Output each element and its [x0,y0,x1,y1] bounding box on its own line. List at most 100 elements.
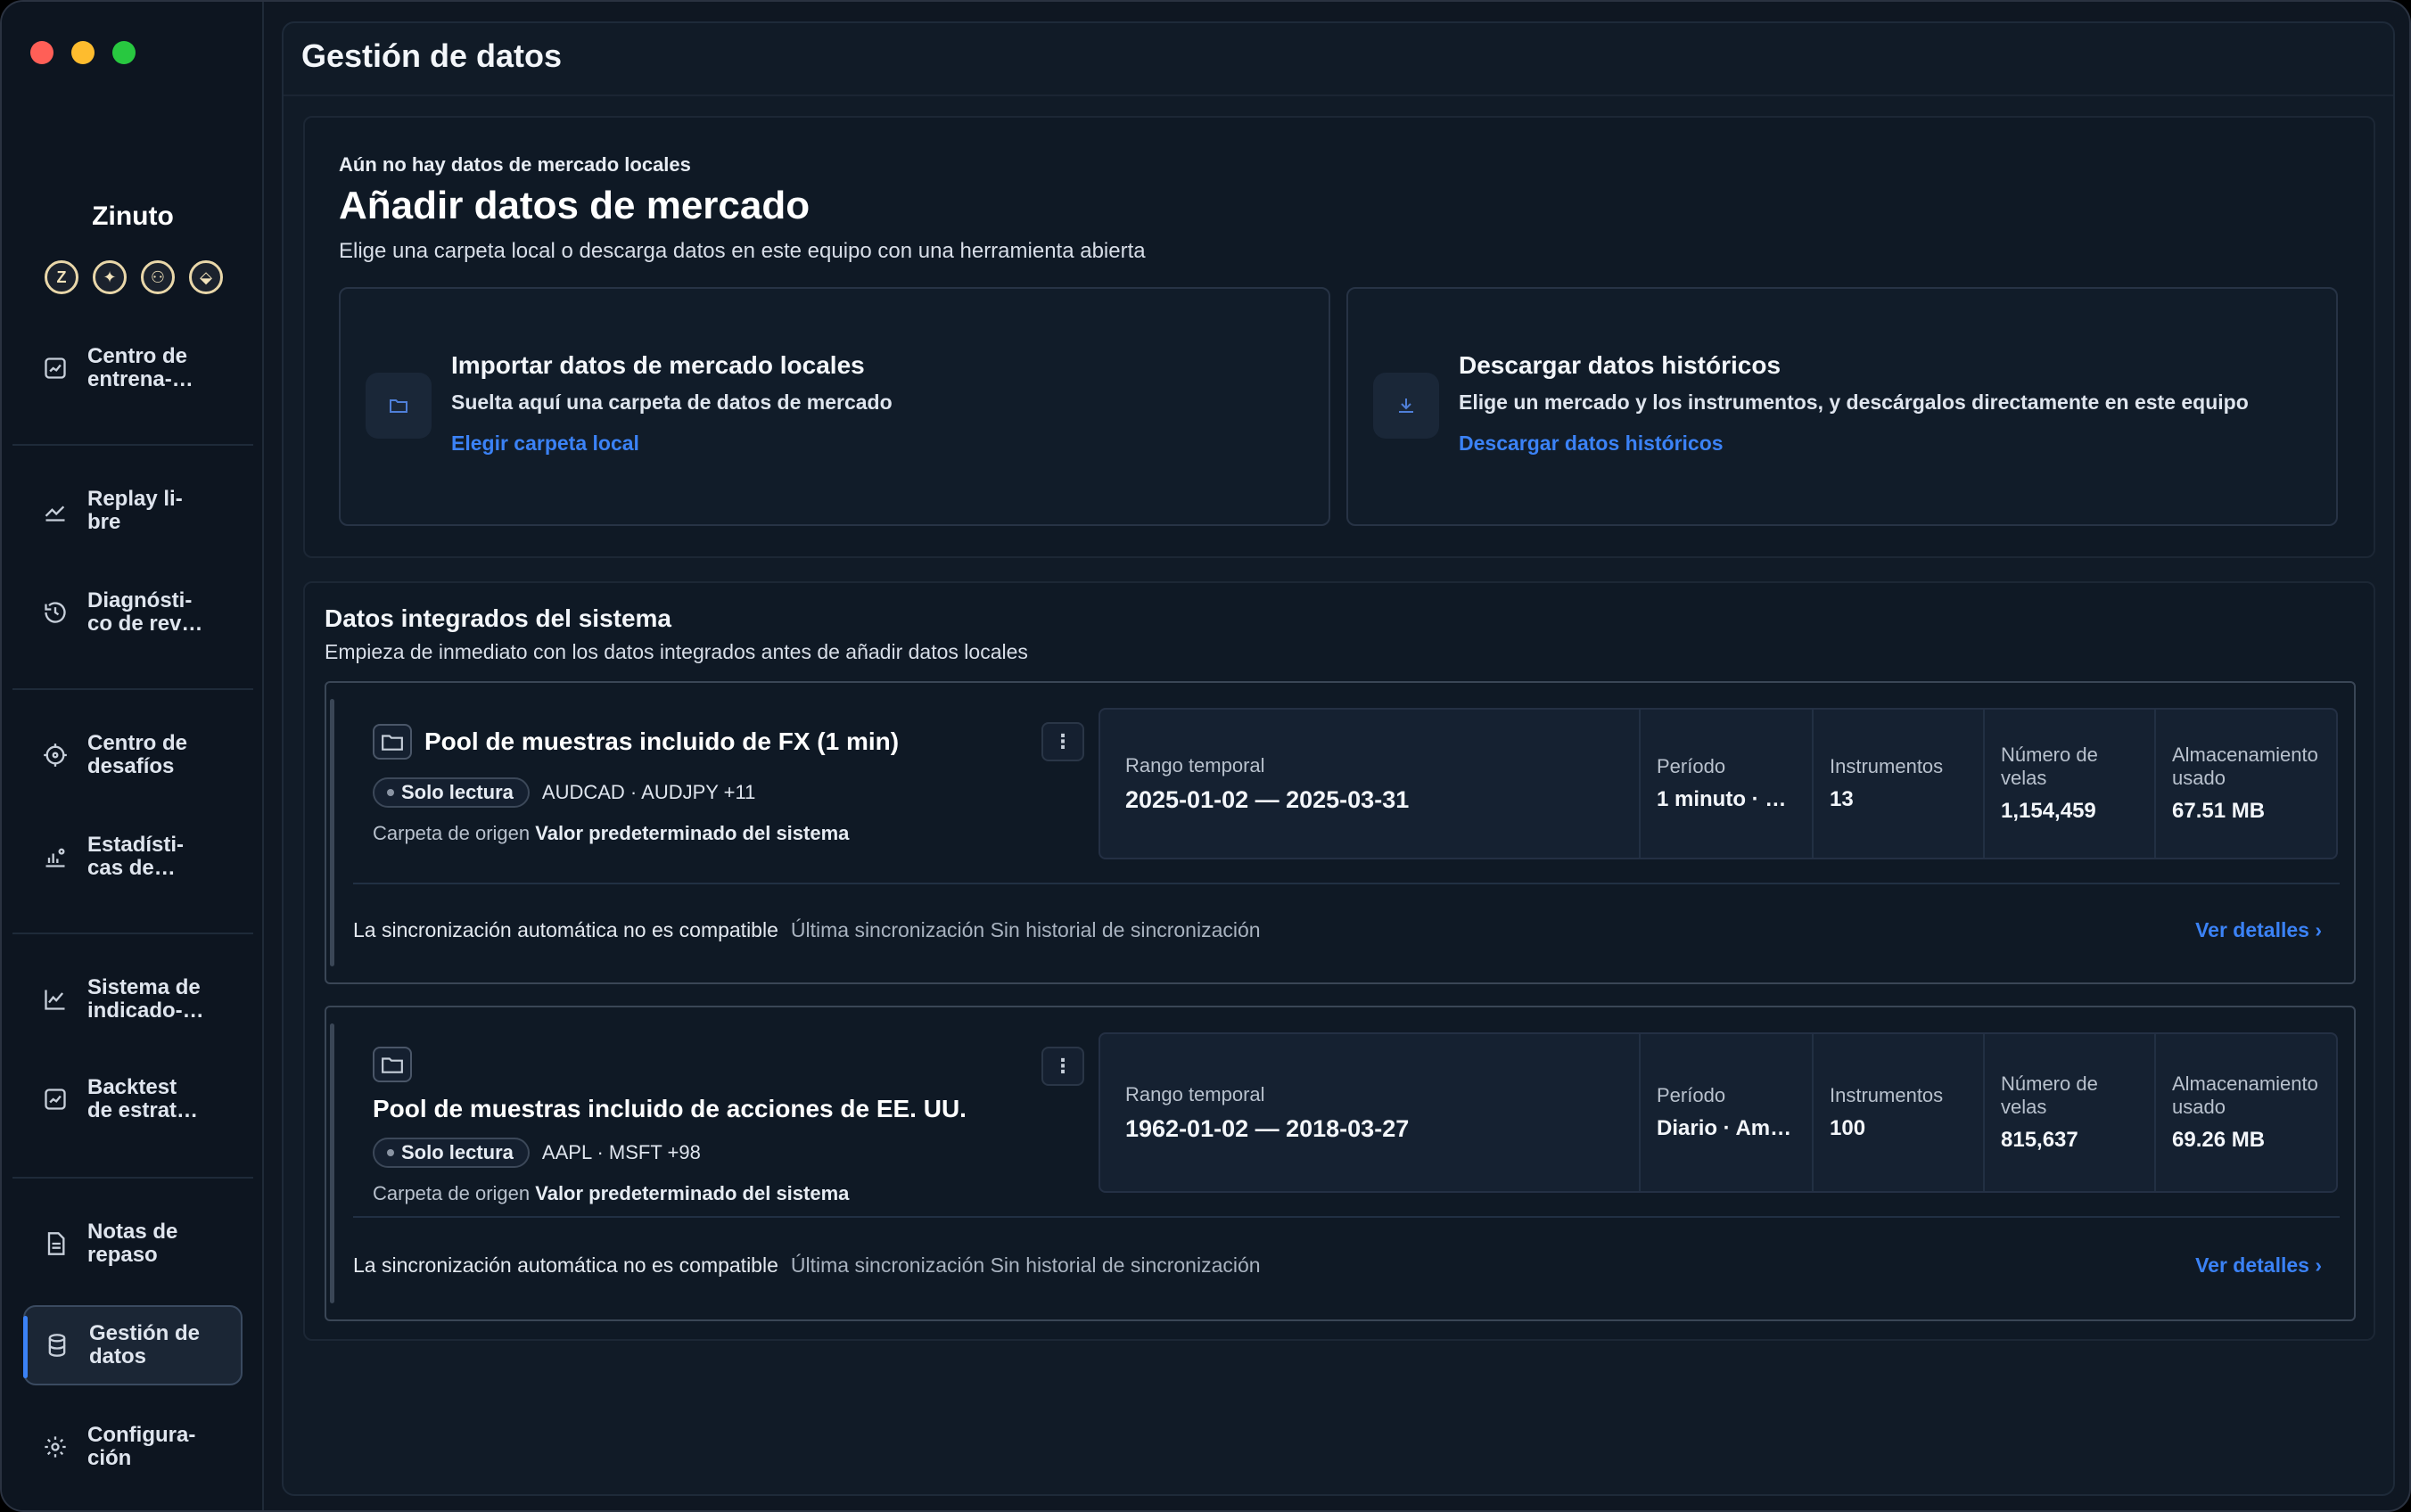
minimize-window-button[interactable] [71,41,95,64]
sidebar-item-review-notes[interactable]: Notas de repaso [23,1204,243,1284]
stat-value: 67.51 MB [2172,799,2266,823]
sidebar-item-free-replay[interactable]: Replay li- bre [23,471,243,551]
sidebar-item-label: Replay li- bre [87,487,183,534]
add-market-data-subtitle: Elige una carpeta local o descarga datos… [339,239,1146,263]
import-local-card[interactable]: Importar datos de mercado locales Suelta… [339,287,1330,526]
sidebar-item-review-diagnosis[interactable]: Diagnósti- co de rev… [23,572,243,653]
sidebar-item-strategy-backtest[interactable]: Backtest de estrat… [23,1059,243,1139]
chart-box-icon [23,1087,87,1112]
sidebar-item-label: Gestión de datos [89,1321,201,1368]
stat-label: Rango temporal [1125,753,1265,777]
stat-value: 1 minuto · … [1657,787,1787,811]
data-pool-card-us-stocks[interactable]: Pool de muestras incluido de acciones de… [325,1006,2356,1321]
maximize-window-button[interactable] [112,41,136,64]
stat-label: Período [1657,1084,1726,1106]
sidebar-item-label: Configura- ción [87,1423,196,1470]
trend-up-icon [23,498,87,523]
pool-tickers: AAPL · MSFT +98 [541,1141,701,1163]
stat-time-range: Rango temporal 2025-01-02 — 2025-03-31 [1100,710,1639,858]
sidebar-item-statistics[interactable]: Estadísti- cas de… [23,817,243,897]
close-window-button[interactable] [30,41,53,64]
origin-value: Valor predeterminado del sistema [535,822,850,844]
import-card-description: Suelta aquí una carpeta de datos de merc… [451,390,893,414]
origin-folder: Carpeta de origen Valor predeterminado d… [373,822,849,845]
sidebar-divider [12,688,253,690]
sidebar-item-label: Backtest de estrat… [87,1075,199,1122]
sidebar-item-training-center[interactable]: Centro de entrena-… [23,328,243,408]
read-only-label: Solo lectura [401,1141,514,1163]
sidebar-item-label: Centro de entrena-… [87,344,193,391]
folder-icon [373,1047,412,1082]
stat-value: 13 [1830,787,1854,811]
stat-period: Período Diario · Am… [1639,1034,1812,1191]
sidebar-item-settings[interactable]: Configura- ción [23,1407,243,1487]
builtin-data-panel: Datos integrados del sistema Empieza de … [303,581,2375,1341]
view-details-link[interactable]: Ver detalles › [2195,918,2322,942]
title-divider [284,94,2393,96]
main-content: Gestión de datos Aún no hay datos de mer… [282,21,2395,1496]
folder-icon [373,724,412,760]
sync-status: La sincronización automática no es compa… [353,918,1261,942]
sync-compatibility: La sincronización automática no es compa… [353,918,778,941]
sidebar-divider [12,1177,253,1179]
stat-value: 815,637 [2001,1128,2078,1152]
last-sync: Última sincronización Sin historial de s… [790,918,1261,941]
sidebar-item-label: Estadísti- cas de… [87,833,185,880]
more-options-button[interactable]: ⋮ [1041,722,1084,761]
more-options-button[interactable]: ⋮ [1041,1047,1084,1086]
download-icon [1373,373,1439,439]
bar-person-icon [23,844,87,869]
download-historical-card[interactable]: Descargar datos históricos Elige un merc… [1346,287,2338,526]
app-window: Zinuto Z ✦ ⚇ ⬙ Centro de entrena-… Repla… [0,0,2411,1512]
status-dot [387,1149,394,1156]
sidebar-item-label: Diagnósti- co de rev… [87,588,203,636]
document-icon [23,1231,87,1256]
read-only-badge: Solo lectura [373,1138,530,1168]
stat-value: 2025-01-02 — 2025-03-31 [1125,785,1410,813]
origin-label: Carpeta de origen [373,1182,531,1204]
brand-mask-icon: ⚇ [141,260,175,294]
read-only-label: Solo lectura [401,781,514,803]
pool-tags: Solo lectura AAPL · MSFT +98 [373,1138,701,1168]
stat-value: 1962-01-02 — 2018-03-27 [1125,1114,1410,1142]
sidebar-item-data-management[interactable]: Gestión de datos [23,1305,243,1385]
origin-label: Carpeta de origen [373,822,531,844]
window-controls [30,41,136,64]
origin-folder: Carpeta de origen Valor predeterminado d… [373,1182,849,1205]
stat-label: Instrumentos [1830,755,1944,777]
stat-label: Instrumentos [1830,1084,1944,1106]
choose-local-folder-link[interactable]: Elegir carpeta local [451,431,639,456]
add-market-data-panel: Aún no hay datos de mercado locales Añad… [303,116,2375,558]
brand-shield-icon: ⬙ [189,260,223,294]
sidebar-divider [12,444,253,446]
pool-stats: Rango temporal 1962-01-02 — 2018-03-27 P… [1099,1032,2338,1193]
stat-candles: Número de velas 815,637 [1983,1034,2154,1191]
sidebar-item-label: Centro de desafíos [87,731,188,778]
brand-z-icon: Z [45,260,78,294]
pool-divider [353,883,2340,884]
stat-storage: Almacenamiento usado 69.26 MB [2154,1034,2336,1191]
stat-value: 69.26 MB [2172,1128,2266,1152]
sync-status: La sincronización automática no es compa… [353,1253,1261,1278]
stat-instruments: Instrumentos 13 [1812,710,1983,858]
sidebar-item-label: Sistema de indicado-… [87,975,204,1023]
data-pool-card-fx[interactable]: Pool de muestras incluido de FX (1 min) … [325,681,2356,984]
stat-value: 100 [1830,1116,1866,1140]
history-icon [23,600,87,625]
sidebar-item-challenge-center[interactable]: Centro de desafíos [23,715,243,795]
sidebar: Zinuto Z ✦ ⚇ ⬙ Centro de entrena-… Repla… [2,2,264,1510]
sidebar-divider [12,933,253,934]
line-chart-icon [23,987,87,1012]
pool-tickers: AUDCAD · AUDJPY +11 [541,781,756,803]
download-card-description: Elige un mercado y los instrumentos, y d… [1459,390,2249,414]
stat-candles: Número de velas 1,154,459 [1983,710,2154,858]
builtin-data-title: Datos integrados del sistema [325,604,672,632]
pool-stats: Rango temporal 2025-01-02 — 2025-03-31 P… [1099,708,2338,859]
download-card-title: Descargar datos históricos [1459,351,1782,379]
builtin-data-subtitle: Empieza de inmediato con los datos integ… [325,640,1028,663]
download-historical-link[interactable]: Descargar datos históricos [1459,431,1724,456]
empty-state-notice: Aún no hay datos de mercado locales [339,153,691,176]
stat-label: Número de velas [2001,1072,2098,1118]
view-details-link[interactable]: Ver detalles › [2195,1253,2322,1278]
sidebar-item-indicator-system[interactable]: Sistema de indicado-… [23,959,243,1040]
